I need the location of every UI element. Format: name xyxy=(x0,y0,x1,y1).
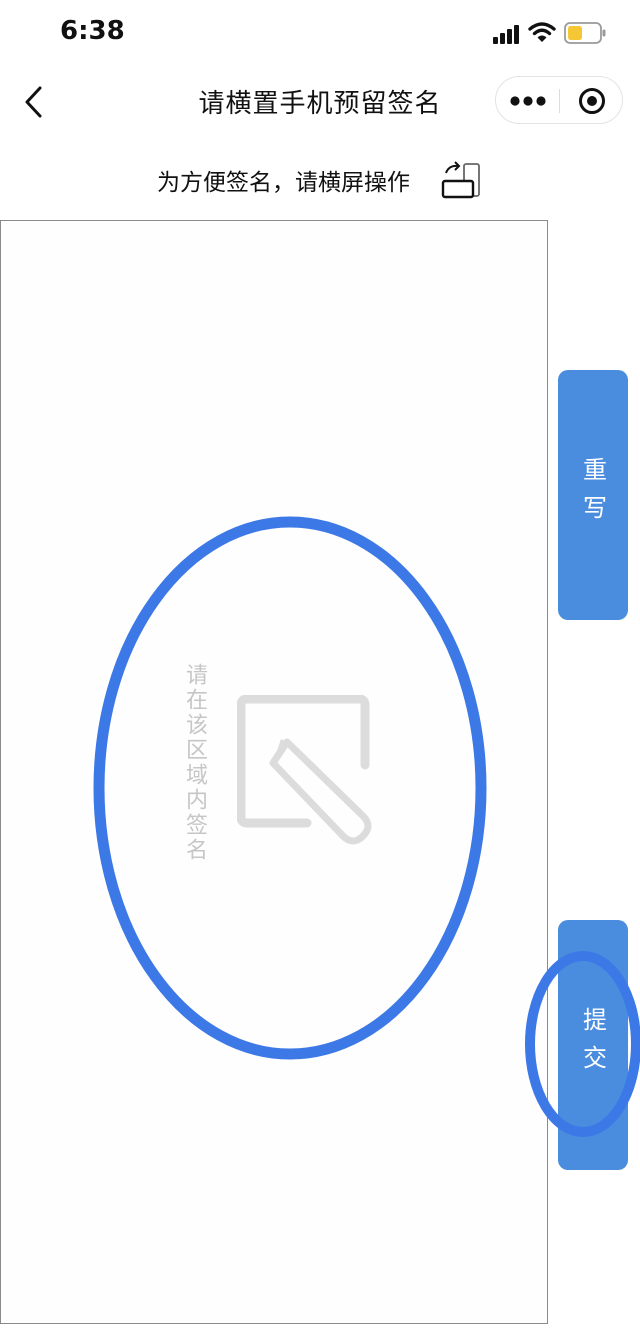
close-target-icon[interactable] xyxy=(568,83,616,119)
rotate-phone-icon xyxy=(441,161,480,199)
signature-page: 6:38 请横置手机预留签名 为方便签名，请横屏操作 请在该区域内签名 重写 提… xyxy=(0,0,640,1339)
rewrite-button[interactable]: 重写 xyxy=(558,370,628,620)
nav-bar: 请横置手机预留签名 xyxy=(0,70,640,132)
mini-program-capsule xyxy=(495,76,623,124)
capsule-divider xyxy=(559,89,560,113)
status-bar: 6:38 xyxy=(0,0,640,70)
signature-placeholder-text: 请在该区域内签名 xyxy=(182,663,207,863)
rewrite-button-label: 重写 xyxy=(578,457,607,533)
signature-canvas[interactable]: 请在该区域内签名 xyxy=(0,220,548,1324)
landscape-hint: 为方便签名，请横屏操作 xyxy=(0,155,640,203)
submit-button-label: 提交 xyxy=(578,1007,607,1083)
landscape-hint-text: 为方便签名，请横屏操作 xyxy=(157,170,410,196)
signal-icon xyxy=(493,25,519,44)
submit-button[interactable]: 提交 xyxy=(558,920,628,1170)
wifi-icon xyxy=(528,22,556,42)
battery-icon xyxy=(564,22,606,44)
more-dots-icon[interactable] xyxy=(502,83,554,119)
pen-square-icon xyxy=(237,695,372,845)
status-time: 6:38 xyxy=(60,16,125,46)
